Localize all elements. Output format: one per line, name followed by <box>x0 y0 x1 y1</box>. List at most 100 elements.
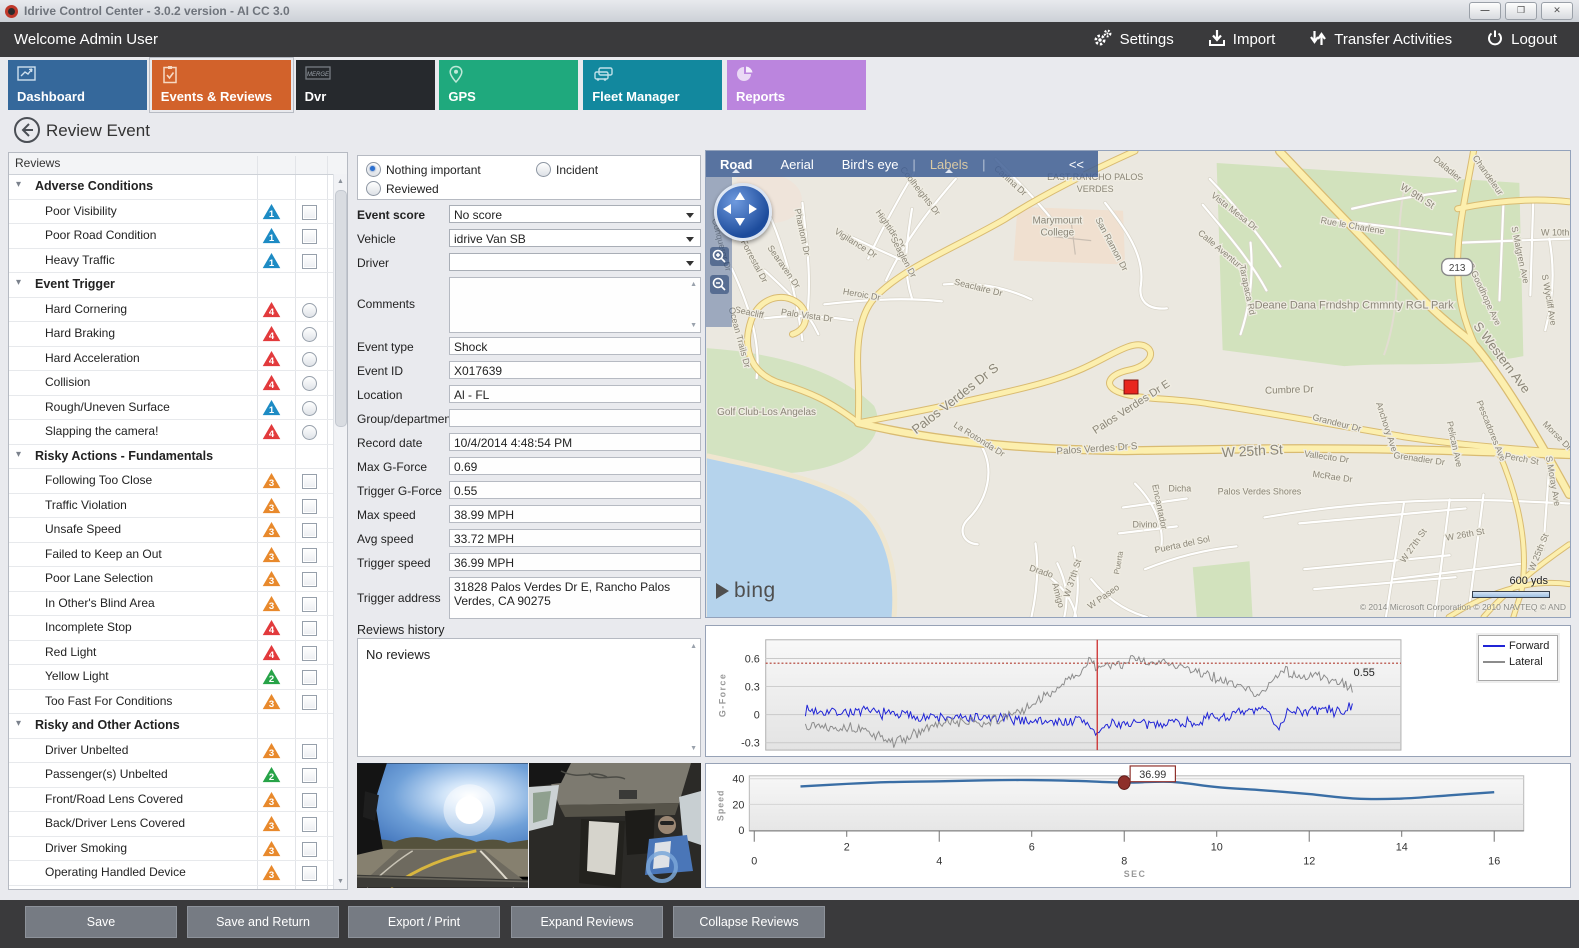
map-view-road[interactable]: Road <box>706 157 767 172</box>
review-item-heavy-traffic[interactable]: Heavy Traffic1 <box>9 249 347 274</box>
review-checkbox[interactable] <box>302 254 317 269</box>
review-checkbox[interactable] <box>302 523 317 538</box>
tab-gps[interactable]: GPS <box>439 60 578 110</box>
review-item-collision[interactable]: Collision4 <box>9 371 347 396</box>
review-checkbox[interactable] <box>302 695 317 710</box>
dropdown-event-score[interactable]: No score <box>449 205 701 223</box>
review-checkbox[interactable] <box>302 499 317 514</box>
scroll-up-icon[interactable]: ▲ <box>690 281 697 288</box>
review-checkbox[interactable] <box>302 597 317 612</box>
map-canvas[interactable]: EAST RANCHO PALOSVERDESMarymountCollegeS… <box>706 151 1570 617</box>
review-group-risky-actions-fundamentals[interactable]: ▾Risky Actions - Fundamentals <box>9 445 347 470</box>
review-checkbox[interactable] <box>302 793 317 808</box>
review-radio[interactable] <box>302 352 317 367</box>
review-group-event-trigger[interactable]: ▾Event Trigger <box>9 273 347 298</box>
export-print-button[interactable]: Export / Print <box>348 906 500 938</box>
chevron-down-icon[interactable]: ▾ <box>16 449 21 460</box>
review-item-driver-smoking[interactable]: Driver Smoking3 <box>9 837 347 862</box>
map-view-aerial[interactable]: Aerial <box>767 157 828 172</box>
video-road-camera[interactable] <box>357 763 528 888</box>
back-button[interactable] <box>14 117 40 143</box>
scroll-up-icon[interactable]: ▲ <box>690 643 697 650</box>
collapse-reviews-button[interactable]: Collapse Reviews <box>673 906 825 938</box>
review-item-hard-acceleration[interactable]: Hard Acceleration4 <box>9 347 347 372</box>
settings-button[interactable]: Settings <box>1093 29 1174 51</box>
review-checkbox[interactable] <box>302 474 317 489</box>
map-zoom-out-button[interactable] <box>710 275 729 294</box>
review-item-operating-handled-device[interactable]: Operating Handled Device3 <box>9 861 347 886</box>
review-item-incomplete-stop[interactable]: Incomplete Stop4 <box>9 616 347 641</box>
review-item-unsafe-speed[interactable]: Unsafe Speed3 <box>9 518 347 543</box>
review-item-driver-unbelted[interactable]: Driver Unbelted3 <box>9 739 347 764</box>
review-radio[interactable] <box>302 401 317 416</box>
save-button[interactable]: Save <box>25 906 177 938</box>
scroll-down-icon[interactable]: ▼ <box>690 322 697 329</box>
video-cabin-camera[interactable] <box>529 763 701 888</box>
review-item-poor-lane-selection[interactable]: Poor Lane Selection3 <box>9 567 347 592</box>
expand-reviews-button[interactable]: Expand Reviews <box>511 906 663 938</box>
reviews-scrollbar[interactable]: ▲ ▼ <box>333 174 347 889</box>
review-item-slapping-the-camera[interactable]: Slapping the camera!4 <box>9 420 347 445</box>
review-item-tampering-abusing-equipment[interactable]: Tampering/Abusing Equipment4 <box>9 886 347 891</box>
review-item-too-fast-for-conditions[interactable]: Too Fast For Conditions3 <box>9 690 347 715</box>
review-checkbox[interactable] <box>302 572 317 587</box>
review-item-poor-road-condition[interactable]: Poor Road Condition1 <box>9 224 347 249</box>
review-checkbox[interactable] <box>302 866 317 881</box>
review-item-in-other-s-blind-area[interactable]: In Other's Blind Area3 <box>9 592 347 617</box>
chevron-down-icon[interactable]: ▾ <box>16 179 21 190</box>
tab-reports[interactable]: Reports <box>727 60 866 110</box>
review-item-traffic-violation[interactable]: Traffic Violation3 <box>9 494 347 519</box>
review-item-poor-visibility[interactable]: Poor Visibility1 <box>9 200 347 225</box>
review-group-risky-and-other-actions[interactable]: ▾Risky and Other Actions <box>9 714 347 739</box>
review-item-hard-braking[interactable]: Hard Braking4 <box>9 322 347 347</box>
scroll-thumb[interactable] <box>335 190 347 427</box>
map-view-labels[interactable]: Labels <box>916 157 982 172</box>
scroll-up-icon[interactable]: ▲ <box>334 175 347 188</box>
status-radio-nothing-important[interactable]: Nothing important <box>366 162 481 177</box>
tab-dvr[interactable]: MERGEDvr <box>296 60 435 110</box>
status-radio-reviewed[interactable]: Reviewed <box>366 181 439 196</box>
close-button[interactable]: ✕ <box>1541 2 1573 20</box>
transfer-activities-button[interactable]: Transfer Activities <box>1309 29 1452 51</box>
import-button[interactable]: Import <box>1208 29 1276 51</box>
map-compass-control[interactable] <box>714 183 772 241</box>
review-item-rough-uneven-surface[interactable]: Rough/Uneven Surface1 <box>9 396 347 421</box>
review-item-red-light[interactable]: Red Light4 <box>9 641 347 666</box>
dropdown-vehicle[interactable]: idrive Van SB <box>449 229 701 247</box>
review-item-hard-cornering[interactable]: Hard Cornering4 <box>9 298 347 323</box>
tab-fleet-manager[interactable]: Fleet Manager <box>583 60 722 110</box>
review-checkbox[interactable] <box>302 621 317 636</box>
review-checkbox[interactable] <box>302 670 317 685</box>
map[interactable]: EAST RANCHO PALOSVERDESMarymountCollegeS… <box>705 150 1571 618</box>
minimize-button[interactable]: — <box>1469 2 1501 20</box>
chevron-down-icon[interactable]: ▾ <box>16 277 21 288</box>
scroll-down-icon[interactable]: ▼ <box>334 875 347 888</box>
review-checkbox[interactable] <box>302 229 317 244</box>
map-zoom-in-button[interactable] <box>710 247 729 266</box>
review-item-front-road-lens-covered[interactable]: Front/Road Lens Covered3 <box>9 788 347 813</box>
chevron-down-icon[interactable]: ▾ <box>16 718 21 729</box>
maximize-button[interactable]: ❒ <box>1505 2 1537 20</box>
scroll-down-icon[interactable]: ▼ <box>690 745 697 752</box>
review-checkbox[interactable] <box>302 548 317 563</box>
status-radio-incident[interactable]: Incident <box>536 162 598 177</box>
review-checkbox[interactable] <box>302 768 317 783</box>
review-item-passenger-s-unbelted[interactable]: Passenger(s) Unbelted2 <box>9 763 347 788</box>
tab-events-reviews[interactable]: Events & Reviews <box>152 60 291 110</box>
review-radio[interactable] <box>302 425 317 440</box>
logout-button[interactable]: Logout <box>1486 29 1557 51</box>
save-and-return-button[interactable]: Save and Return <box>187 906 339 938</box>
review-radio[interactable] <box>302 376 317 391</box>
review-checkbox[interactable] <box>302 646 317 661</box>
review-checkbox[interactable] <box>302 817 317 832</box>
field-comments[interactable]: ▲▼ <box>449 277 701 333</box>
dropdown-driver[interactable] <box>449 253 701 271</box>
review-item-yellow-light[interactable]: Yellow Light2 <box>9 665 347 690</box>
review-item-back-driver-lens-covered[interactable]: Back/Driver Lens Covered3 <box>9 812 347 837</box>
review-group-adverse-conditions[interactable]: ▾Adverse Conditions <box>9 175 347 200</box>
tab-dashboard[interactable]: Dashboard <box>8 60 147 110</box>
review-checkbox[interactable] <box>302 744 317 759</box>
review-radio[interactable] <box>302 327 317 342</box>
event-location-marker[interactable] <box>1124 380 1138 394</box>
map-view-bird-s-eye[interactable]: Bird's eye <box>828 157 913 172</box>
